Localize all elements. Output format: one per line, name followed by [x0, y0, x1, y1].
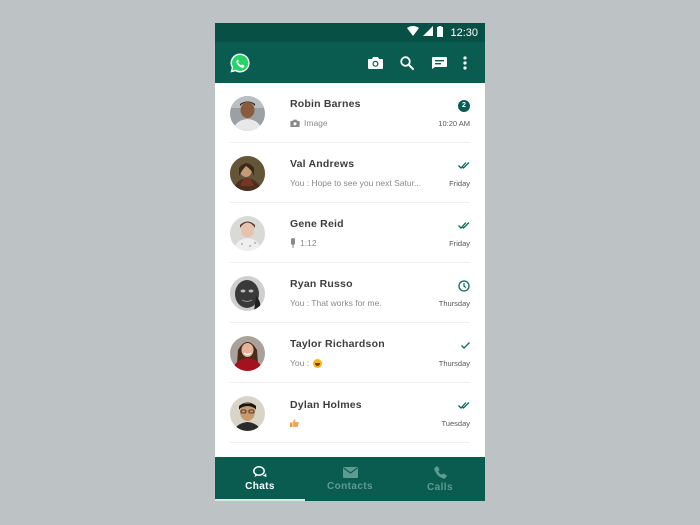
preview-text: You : Hope to see you next Satur... — [290, 178, 422, 188]
battery-icon — [437, 25, 444, 40]
message-preview: You : Hope to see you next Satur... — [290, 178, 421, 188]
preview-text: You : — [290, 358, 310, 368]
more-vertical-icon — [463, 55, 467, 70]
chat-timestamp: Thursday — [438, 358, 470, 368]
contact-name: Taylor Richardson — [290, 338, 385, 350]
camera-button[interactable] — [359, 47, 391, 79]
contact-name: Gene Reid — [290, 218, 344, 230]
contact-name: Robin Barnes — [290, 98, 361, 110]
single-check-icon — [461, 342, 470, 349]
avatar — [230, 395, 265, 431]
message-preview: You : — [290, 358, 410, 368]
preview-text: Image — [304, 118, 328, 128]
camera-icon — [367, 57, 383, 69]
contact-name: Dylan Holmes — [290, 399, 362, 411]
laughing-emoji-icon — [313, 358, 323, 368]
chat-timestamp: Friday — [449, 238, 470, 248]
chat-row-robin-barnes[interactable]: Robin Barnes Image 2 10:20 AM — [215, 83, 485, 143]
microphone-icon — [291, 238, 295, 248]
message-preview — [290, 419, 410, 427]
search-button[interactable] — [391, 47, 423, 79]
chat-timestamp: Friday — [449, 178, 470, 188]
wifi-icon — [407, 26, 420, 39]
tab-label: Calls — [427, 481, 453, 493]
avatar — [230, 155, 265, 191]
unread-count-badge: 2 — [458, 99, 470, 112]
avatar — [230, 215, 265, 251]
status-bar: 12:30 — [215, 23, 485, 42]
new-chat-button[interactable] — [423, 47, 455, 79]
envelope-icon — [342, 466, 358, 478]
app-bar — [215, 42, 485, 83]
double-check-icon — [458, 402, 470, 409]
tab-chats[interactable]: Chats — [215, 457, 305, 501]
chat-row-val-andrews[interactable]: Val Andrews You : Hope to see you next S… — [215, 143, 485, 203]
phone-screen: 12:30 Robin Barnes Image 2 10:20 AM Val … — [215, 23, 485, 501]
status-time: 12:30 — [450, 26, 478, 39]
chat-timestamp: 10:20 AM — [438, 118, 470, 128]
avatar — [230, 335, 265, 371]
preview-text: 1:12 — [300, 238, 317, 248]
signal-icon — [423, 26, 434, 39]
tab-contacts[interactable]: Contacts — [305, 457, 395, 501]
message-preview: You : That works for me. — [290, 298, 410, 308]
thumbs-up-emoji-icon — [290, 419, 299, 427]
more-options-button[interactable] — [455, 47, 475, 79]
bottom-tab-bar: Chats Contacts Calls — [215, 457, 485, 501]
chat-timestamp: Tuesday — [441, 418, 471, 428]
whatsapp-logo-icon — [229, 52, 251, 74]
tab-label: Contacts — [327, 480, 373, 492]
double-check-icon — [458, 162, 470, 169]
chat-timestamp: Thursday — [438, 298, 470, 308]
chat-bubbles-icon — [253, 466, 267, 477]
chat-row-taylor-richardson[interactable]: Taylor Richardson You : Thursday — [215, 323, 485, 383]
tab-calls[interactable]: Calls — [395, 457, 485, 501]
chat-row-dylan-holmes[interactable]: Dylan Holmes Tuesday — [215, 383, 485, 443]
avatar — [230, 95, 265, 131]
chat-row-ryan-russo[interactable]: Ryan Russo You : That works for me. Thur… — [215, 263, 485, 323]
phone-icon — [433, 465, 447, 479]
chat-row-gene-reid[interactable]: Gene Reid 1:12 Friday — [215, 203, 485, 263]
contact-name: Val Andrews — [290, 158, 355, 170]
message-preview: Image — [290, 118, 410, 128]
contact-name: Ryan Russo — [290, 278, 353, 290]
message-preview: 1:12 — [290, 238, 410, 248]
preview-text: You : That works for me. — [290, 298, 382, 308]
tab-label: Chats — [245, 481, 275, 492]
new-chat-icon — [431, 56, 447, 69]
camera-icon — [290, 119, 300, 127]
avatar — [230, 275, 265, 311]
chat-list: Robin Barnes Image 2 10:20 AM Val Andrew… — [215, 83, 485, 457]
search-icon — [400, 55, 414, 70]
double-check-icon — [458, 222, 470, 229]
clock-pending-icon — [458, 279, 470, 292]
